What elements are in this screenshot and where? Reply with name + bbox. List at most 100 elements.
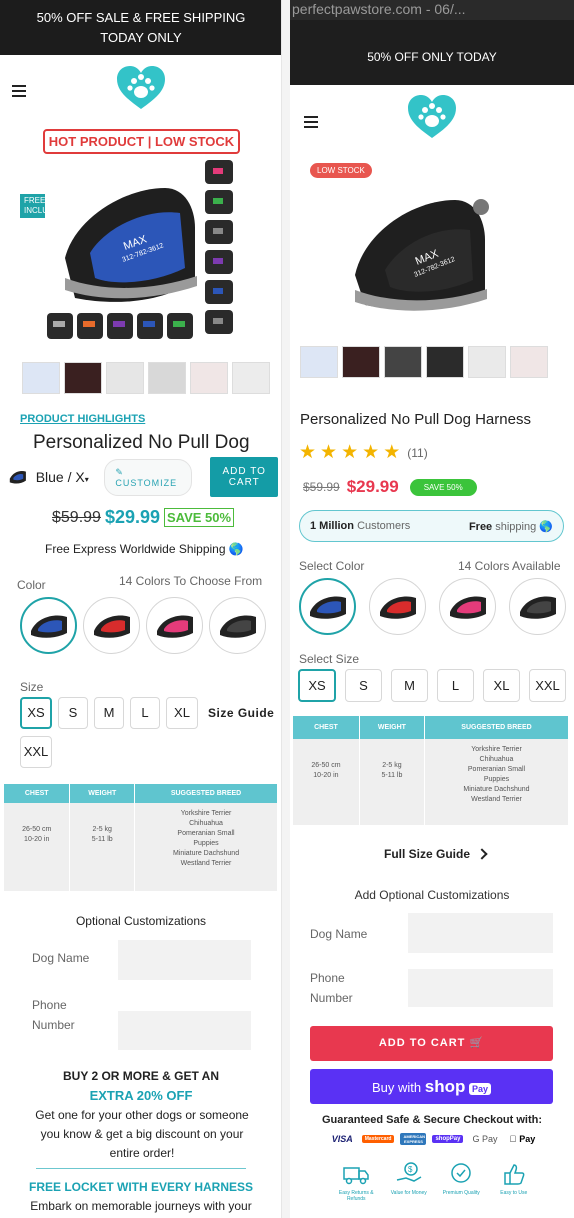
color-swatch-red[interactable] <box>83 597 140 654</box>
full-size-guide-label: Full Size Guide <box>384 847 471 861</box>
size-l[interactable]: L <box>130 697 160 729</box>
color-swatch-black[interactable] <box>209 597 266 654</box>
thumbnail[interactable] <box>106 362 144 394</box>
thumbs-up-icon <box>504 1164 525 1185</box>
guaranteed-checkout-text: Guaranteed Safe & Secure Checkout with: <box>321 1114 543 1126</box>
size-xl[interactable]: XL <box>166 697 198 729</box>
dog-name-input[interactable] <box>118 940 251 980</box>
size-xs[interactable]: XS <box>20 697 52 729</box>
phone-number-input[interactable] <box>118 1011 251 1050</box>
breed: Miniature Dachshund <box>463 786 530 793</box>
size-l[interactable]: L <box>437 669 474 702</box>
customize-button[interactable]: ✎ CUSTOMIZE <box>104 458 193 496</box>
colors-note: 14 Colors To Choose From <box>119 574 263 588</box>
color-swatch-blue[interactable] <box>299 578 356 635</box>
size-xxl[interactable]: XXL <box>529 669 566 702</box>
breed: Chihuahua <box>479 756 514 763</box>
menu-icon[interactable] <box>12 85 26 97</box>
locket-text: Embark on memorable journeys with your <box>30 1199 252 1213</box>
truck-icon <box>343 1167 369 1185</box>
globe-icon: 🌎 <box>228 542 244 556</box>
thumbnail[interactable] <box>510 346 548 378</box>
size-label: Size <box>20 680 44 694</box>
size-s[interactable]: S <box>345 669 382 702</box>
menu-icon[interactable] <box>304 116 318 128</box>
thumbnail[interactable] <box>232 362 270 394</box>
dog-name-label: Dog Name <box>32 951 90 965</box>
product-highlights-link[interactable]: PRODUCT HIGHLIGHTS <box>20 413 145 425</box>
shoppay-icon: shopPay <box>432 1135 464 1143</box>
customers-label: Customers <box>357 520 411 532</box>
promo-banner: 50% OFF SALE & FREE SHIPPING TODAY ONLY <box>0 0 281 55</box>
color-swatch-blue[interactable] <box>20 597 77 654</box>
harness-product-image: MAX 312-782-3612 <box>45 158 240 348</box>
shop-pay-button[interactable]: Buy with shop Pay <box>310 1069 553 1104</box>
pay-badge: Pay <box>468 1083 491 1095</box>
thumbnail[interactable] <box>342 346 380 378</box>
trust-label: Easy Returns & Refunds <box>338 1190 374 1202</box>
chest-cm: 26-50 cm <box>311 762 341 769</box>
thumbnail[interactable] <box>300 346 338 378</box>
promo-text: Get one for your other dogs or someone y… <box>35 1108 249 1160</box>
thumbnail[interactable] <box>426 346 464 378</box>
phone-number-input[interactable] <box>408 969 553 1007</box>
thumbnail[interactable] <box>384 346 422 378</box>
product-title: Personalized No Pull Dog <box>33 432 250 453</box>
thumbnail[interactable] <box>468 346 506 378</box>
weight-lb: 5-11 lb <box>381 772 403 779</box>
color-swatch-black[interactable] <box>509 578 566 635</box>
breed: Puppies <box>483 776 510 783</box>
hot-product-badge: HOT PRODUCT | LOW STOCK <box>43 129 240 154</box>
size-m[interactable]: M <box>94 697 124 729</box>
review-count[interactable]: (11) <box>407 446 427 460</box>
add-to-cart-label: ADD TO CART <box>378 1037 466 1049</box>
thumbnail[interactable] <box>64 362 102 394</box>
add-to-cart-button[interactable]: ADD TO CART <box>210 457 278 497</box>
easy-returns-badge: Easy Returns & Refunds <box>334 1160 378 1202</box>
trust-pill: 1 Million Customers Free shipping 🌎 <box>299 510 564 542</box>
star-icon: ★ <box>362 442 380 463</box>
paw-heart-logo[interactable] <box>115 65 167 111</box>
trust-label: Premium Quality <box>442 1190 480 1196</box>
table-header: WEIGHT <box>69 784 136 803</box>
color-label: Color <box>17 578 46 592</box>
sale-price: $29.99 <box>346 477 399 496</box>
url-bar: perfectpawstore.com - 06/... <box>290 0 574 20</box>
select-size-label: Select Size <box>299 652 360 666</box>
color-swatch-red[interactable] <box>369 578 426 635</box>
select-color-label: Select Color <box>299 559 365 573</box>
chest-in: 10-20 in <box>24 836 50 843</box>
size-xs[interactable]: XS <box>298 669 336 702</box>
color-swatches <box>299 578 566 635</box>
trust-label: Value for Money <box>390 1190 427 1196</box>
table-cell: Yorkshire Terrier Chihuahua Pomeranian S… <box>134 803 278 891</box>
size-xxl[interactable]: XXL <box>20 736 52 768</box>
dropdown-arrow-icon: ▾ <box>84 475 89 484</box>
thumbnail[interactable] <box>22 362 60 394</box>
size-m[interactable]: M <box>391 669 428 702</box>
full-size-guide-link[interactable]: Full Size Guide <box>384 847 488 861</box>
thumbnail[interactable] <box>190 362 228 394</box>
dog-name-input[interactable] <box>408 913 553 953</box>
quality-seal-icon <box>451 1163 471 1183</box>
variant-select[interactable]: Blue / X▾ <box>36 469 99 485</box>
table-cell: 2-5 kg 5-11 lb <box>69 803 136 891</box>
breed: Yorkshire Terrier <box>471 746 522 753</box>
customers-stat: 1 Million Customers <box>310 520 410 532</box>
color-swatch-pink[interactable] <box>439 578 496 635</box>
promo-highlight: EXTRA 20% OFF <box>89 1088 193 1103</box>
optional-customizations-title: Optional Customizations <box>75 914 207 928</box>
right-product-page: perfectpawstore.com - 06/... 50% OFF ONL… <box>290 0 574 1218</box>
free-label: Free <box>468 520 493 533</box>
thumbnail-strip <box>22 362 270 394</box>
divider <box>36 1168 246 1169</box>
color-swatch-pink[interactable] <box>146 597 203 654</box>
add-to-cart-button[interactable]: ADD TO CART 🛒 <box>310 1026 553 1061</box>
gpay-icon: G Pay <box>472 1134 498 1144</box>
size-s[interactable]: S <box>58 697 88 729</box>
breed: Miniature Dachshund <box>172 850 240 857</box>
thumbnail[interactable] <box>148 362 186 394</box>
size-xl[interactable]: XL <box>483 669 520 702</box>
paw-heart-logo[interactable] <box>406 94 458 140</box>
size-guide-link[interactable]: Size Guide <box>208 697 274 729</box>
